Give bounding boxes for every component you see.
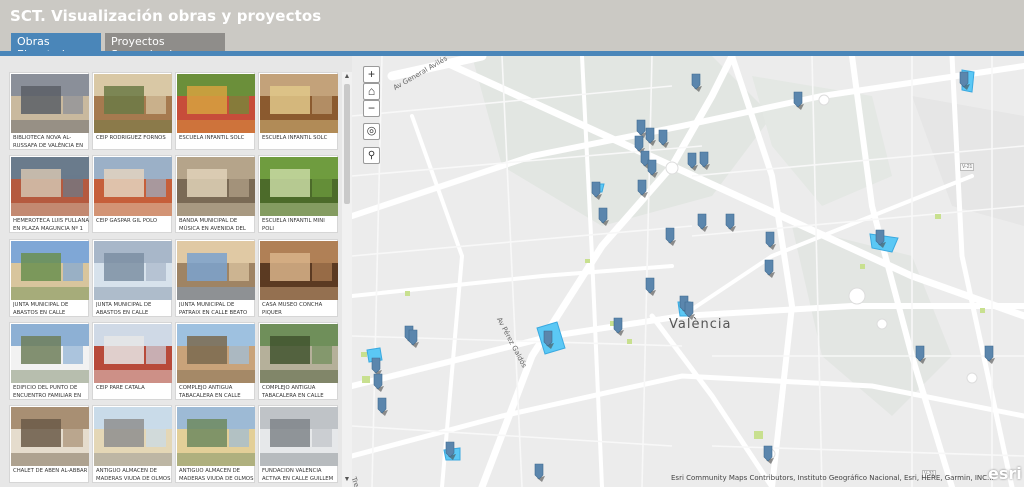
city-label: València — [669, 317, 732, 332]
map-view[interactable]: Av General Avilés Av Pérez Galdós Tres C… — [352, 56, 1024, 487]
gallery-item-label: ESCUELA INFANTIL SOLC — [262, 135, 328, 141]
gallery-item[interactable]: ESCUELA INFANTIL SOLC — [258, 72, 338, 150]
gallery-item-label: COMPLEJO ANTIGUA TABACALERA EN CALLE — [262, 385, 324, 399]
gallery-thumbnail — [94, 324, 172, 383]
tab-proyectos-supervisados[interactable]: Proyectos Supervisados — [105, 33, 225, 61]
locate-button[interactable]: ◎ — [363, 123, 380, 140]
gallery-item-label: ESCUELA INFANTIL SOLC — [179, 135, 245, 141]
gallery-item-label: CASA MUSEO CONCHA PIQUER — [262, 302, 323, 316]
gallery-thumbnail — [177, 157, 255, 216]
zoom-in-button[interactable]: + — [363, 66, 380, 83]
gallery-item[interactable]: HEMEROTECA LUIS FULLANA EN PLAZA MAGUNCI… — [9, 155, 89, 233]
gallery-thumbnail — [177, 74, 255, 133]
gallery-thumbnail — [94, 74, 172, 133]
gallery-thumbnail — [260, 74, 338, 133]
gallery-item-label: JUNTA MUNICIPAL DE ABASTOS EN CALLE — [96, 302, 152, 316]
gallery-item[interactable]: EDIFICIO DEL PUNTO DE ENCUENTRO FAMILIAR… — [9, 322, 89, 400]
gallery-item-label: CEIP RODRIGUEZ FORNOS — [96, 135, 166, 141]
gallery-item-label: JUNTA MUNICIPAL DE PATRAIX EN CALLE BEAT… — [179, 302, 248, 316]
gallery-panel: BIBLIOTECA NOVA AL-RUSSAFA DE VALÈNCIA E… — [0, 56, 352, 487]
scroll-down-icon[interactable]: ▼ — [342, 475, 352, 485]
gallery-item[interactable]: ESCUELA INFANTIL SOLC — [175, 72, 255, 150]
scroll-up-icon[interactable]: ▲ — [342, 72, 352, 82]
road-label-v21: V-21 — [960, 163, 975, 171]
map-basemap — [352, 56, 1024, 487]
gallery-thumbnail — [94, 407, 172, 466]
gallery-item[interactable]: CEIP GASPAR GIL POLO — [92, 155, 172, 233]
map-attribution: Esri Community Maps Contributors, Instit… — [671, 474, 994, 482]
gallery-scrollbar[interactable]: ▲ ▼ — [342, 72, 352, 487]
gallery-thumbnail — [11, 241, 89, 300]
gallery-thumbnail — [11, 157, 89, 216]
gallery-thumbnail — [11, 407, 89, 466]
app-header: SCT. Visualización obras y proyectos Obr… — [0, 0, 1024, 61]
gallery-item[interactable]: ESCUELA INFANTIL MINI POLI — [258, 155, 338, 233]
gallery-item-label: HEMEROTECA LUIS FULLANA EN PLAZA MAGUNCI… — [13, 218, 89, 232]
gallery-item[interactable]: FUNDACIÓN VALENCIA ACTIVA EN CALLE GUILL… — [258, 405, 338, 483]
gallery-thumbnail — [260, 241, 338, 300]
gallery-item-label: BANDA MUNICIPAL DE MÚSICA EN AVENIDA DEL — [179, 218, 246, 232]
gallery-thumbnail — [177, 407, 255, 466]
gallery-thumbnail — [94, 241, 172, 300]
gallery-item-label: EDIFICIO DEL PUNTO DE ENCUENTRO FAMILIAR… — [13, 385, 82, 399]
gallery-item-label: ANTIGUO ALMACÉN DE MADERAS VIUDA DE OLMO… — [179, 468, 254, 482]
gallery-thumbnail — [177, 241, 255, 300]
gallery-item[interactable]: CHALET DE ABEN AL-ABBAR — [9, 405, 89, 483]
gallery-thumbnail — [177, 324, 255, 383]
gallery-item-label: CEIP GASPAR GIL POLO — [96, 218, 158, 224]
gallery-thumbnail — [94, 157, 172, 216]
gallery-item[interactable]: JUNTA MUNICIPAL DE ABASTOS EN CALLE — [9, 239, 89, 317]
gallery-item[interactable]: COMPLEJO ANTIGUA TABACALERA EN CALLE — [175, 322, 255, 400]
gallery-item-label: FUNDACIÓN VALENCIA ACTIVA EN CALLE GUILL… — [262, 468, 334, 482]
gallery-item-label: ANTIGUO ALMACÉN DE MADERAS VIUDA DE OLMO… — [96, 468, 171, 482]
gallery-item-label: BIBLIOTECA NOVA AL-RUSSAFA DE VALÈNCIA E… — [13, 135, 84, 149]
gallery-item[interactable]: JUNTA MUNICIPAL DE ABASTOS EN CALLE — [92, 239, 172, 317]
zoom-out-button[interactable]: − — [363, 100, 380, 117]
gallery-item[interactable]: CASA MUSEO CONCHA PIQUER — [258, 239, 338, 317]
esri-logo: esri — [988, 464, 1022, 483]
gallery-thumbnail — [260, 324, 338, 383]
gallery-item[interactable]: ANTIGUO ALMACÉN DE MADERAS VIUDA DE OLMO… — [175, 405, 255, 483]
gallery-item[interactable]: BIBLIOTECA NOVA AL-RUSSAFA DE VALÈNCIA E… — [9, 72, 89, 150]
gallery-item-label: COMPLEJO ANTIGUA TABACALERA EN CALLE — [179, 385, 241, 399]
gallery-item[interactable]: BANDA MUNICIPAL DE MÚSICA EN AVENIDA DEL — [175, 155, 255, 233]
gallery-item[interactable]: ANTIGUO ALMACÉN DE MADERAS VIUDA DE OLMO… — [92, 405, 172, 483]
gallery-thumbnail — [260, 407, 338, 466]
gallery-item-label: CHALET DE ABEN AL-ABBAR — [13, 468, 88, 474]
gallery-item-label: CEIP PARE CATALÀ — [96, 385, 145, 391]
gallery-item[interactable]: CEIP PARE CATALÀ — [92, 322, 172, 400]
gallery-item-label: ESCUELA INFANTIL MINI POLI — [262, 218, 325, 232]
gallery-thumbnail — [11, 324, 89, 383]
gallery-item[interactable]: COMPLEJO ANTIGUA TABACALERA EN CALLE — [258, 322, 338, 400]
gallery-item[interactable]: JUNTA MUNICIPAL DE PATRAIX EN CALLE BEAT… — [175, 239, 255, 317]
tab-obras-ejecutadas[interactable]: Obras Ejecutadas — [11, 33, 101, 61]
scroll-thumb[interactable] — [344, 84, 350, 204]
gallery-item-label: JUNTA MUNICIPAL DE ABASTOS EN CALLE — [13, 302, 69, 316]
gallery-thumbnail — [260, 157, 338, 216]
search-button[interactable]: ⚲ — [363, 147, 380, 164]
app-title: SCT. Visualización obras y proyectos — [10, 7, 322, 25]
home-button[interactable]: ⌂ — [363, 83, 380, 100]
gallery-thumbnail — [11, 74, 89, 133]
gallery-item[interactable]: CEIP RODRIGUEZ FORNOS — [92, 72, 172, 150]
